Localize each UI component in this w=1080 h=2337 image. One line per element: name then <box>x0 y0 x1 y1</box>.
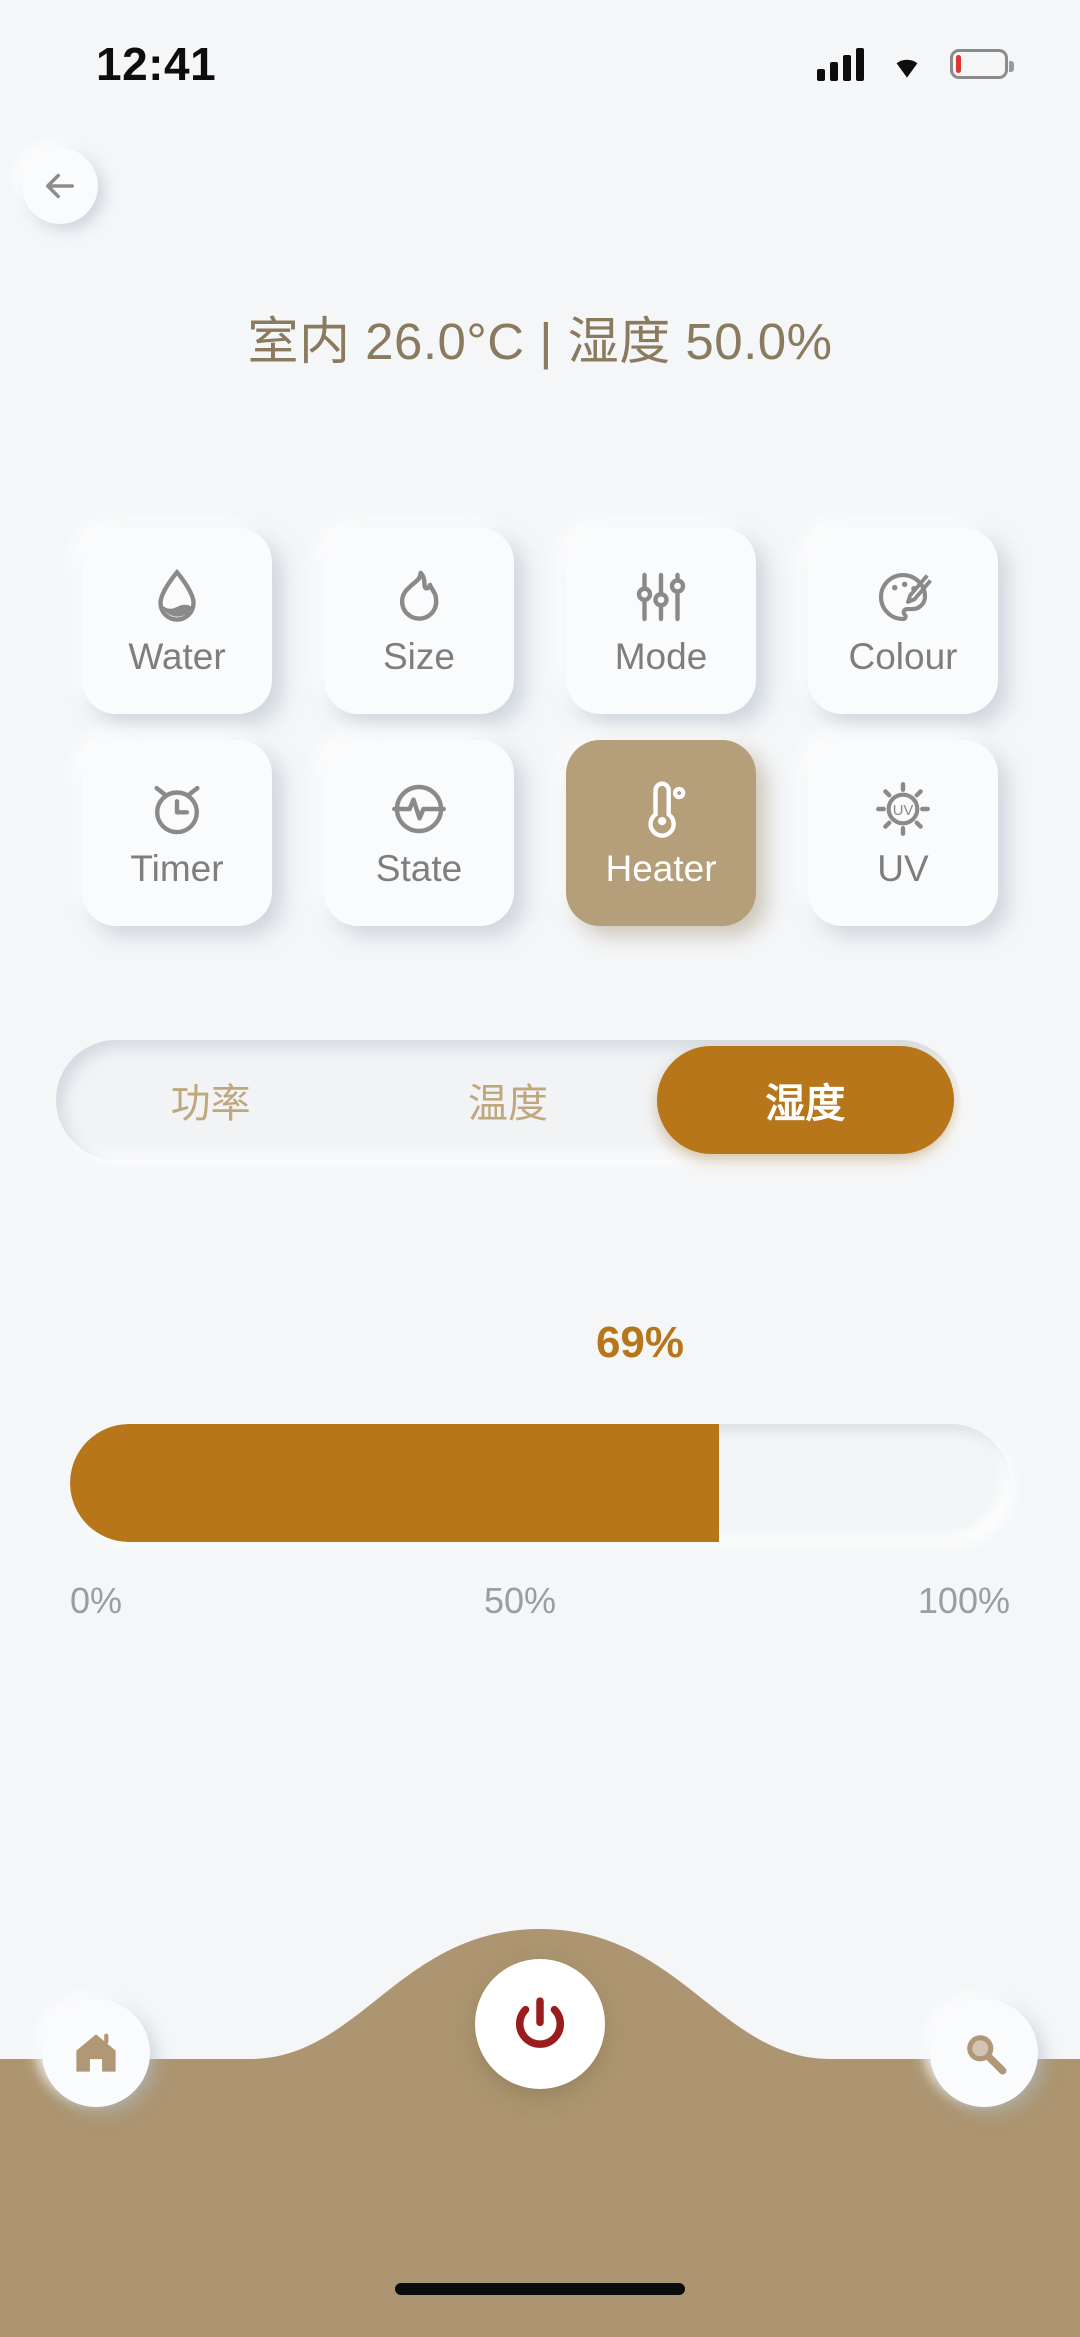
control-label: Timer <box>130 848 224 889</box>
control-label: Mode <box>614 636 708 677</box>
pulse-circle-icon <box>392 784 446 834</box>
flame-icon <box>399 570 439 621</box>
control-card-water[interactable]: Water <box>82 528 272 714</box>
back-button[interactable] <box>22 148 98 224</box>
page-title: 室内 26.0°C | 湿度 50.0% <box>247 313 833 370</box>
control-card-heater[interactable]: Heater <box>566 740 756 926</box>
home-icon <box>76 2033 116 2072</box>
scale-mid: 50% <box>483 1580 556 1621</box>
status-bar: 12:41 <box>0 0 1080 100</box>
control-label: Colour <box>848 636 958 677</box>
palette-icon <box>878 572 932 622</box>
uv-sun-icon: UV <box>876 782 930 836</box>
wifi-icon <box>896 59 918 78</box>
status-time: 12:41 <box>96 38 217 90</box>
nav-search-button[interactable] <box>930 1999 1038 2107</box>
sliders-icon <box>636 572 686 622</box>
control-label: State <box>375 848 463 889</box>
status-indicators <box>817 47 1014 81</box>
control-cell: State <box>298 740 540 926</box>
control-cell: Heater <box>540 740 782 926</box>
control-label: UV <box>877 848 929 889</box>
power-button[interactable] <box>475 1959 605 2089</box>
segment-temperature[interactable]: 温度 <box>359 1046 656 1154</box>
segment-power[interactable]: 功率 <box>62 1046 359 1154</box>
home-indicator <box>395 2283 685 2295</box>
svg-text:UV: UV <box>893 803 914 819</box>
control-card-state[interactable]: State <box>324 740 514 926</box>
control-cell: Colour <box>782 528 1024 714</box>
nav-home-button[interactable] <box>42 1999 150 2107</box>
power-icon <box>516 1997 564 2048</box>
control-label: Heater <box>605 848 717 889</box>
metric-segmented-control: 功率 温度 湿度 <box>56 1040 960 1160</box>
control-card-mode[interactable]: Mode <box>566 528 756 714</box>
cellular-signal-icon <box>817 47 864 81</box>
scale-min: 0% <box>70 1580 123 1621</box>
control-cell: Water <box>56 528 298 714</box>
arrow-left-icon <box>46 173 74 199</box>
app-screen: 12:41 室内 26.0°C | 湿度 50.0% Water Size Mo… <box>0 0 1080 2337</box>
control-cell: UV UV <box>782 740 1024 926</box>
bottom-navigation <box>0 1919 1080 2337</box>
control-card-size[interactable]: Size <box>324 528 514 714</box>
slider-fill <box>70 1424 719 1542</box>
alarm-clock-icon <box>154 785 200 835</box>
water-drop-icon <box>158 568 196 622</box>
slider-scale: 0% 50% 100% <box>70 1580 1010 1622</box>
control-cell: Mode <box>540 528 782 714</box>
control-cell: Timer <box>56 740 298 926</box>
humidity-slider[interactable] <box>70 1424 1010 1542</box>
slider-value-label: 69% <box>595 1318 685 1367</box>
control-label: Water <box>128 636 226 677</box>
segment-humidity[interactable]: 湿度 <box>656 1046 954 1154</box>
control-card-timer[interactable]: Timer <box>82 740 272 926</box>
scale-max: 100% <box>917 1580 1010 1621</box>
battery-low-icon <box>950 49 1014 79</box>
control-card-uv[interactable]: UV UV <box>808 740 998 926</box>
control-cell: Size <box>298 528 540 714</box>
control-card-colour[interactable]: Colour <box>808 528 998 714</box>
control-grid: Water Size Mode Colour Timer State Heate… <box>56 528 1024 926</box>
search-icon <box>967 2035 1007 2075</box>
thermometer-icon <box>648 781 686 838</box>
control-label: Size <box>383 636 455 677</box>
